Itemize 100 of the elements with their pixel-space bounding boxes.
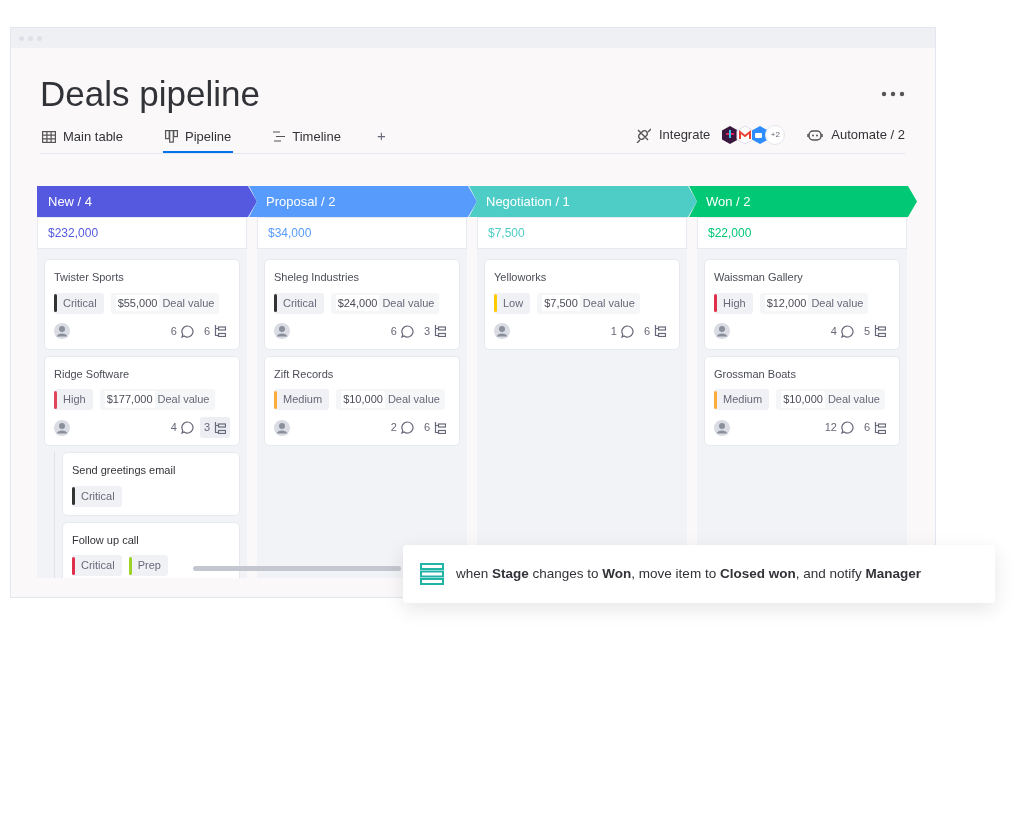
more-apps-badge[interactable]: +2 <box>765 124 786 145</box>
column-header: Won / 2 <box>689 186 917 217</box>
subitems-button[interactable]: 6 <box>639 320 670 342</box>
subitem-card[interactable]: Send greetings email Critical <box>62 452 240 516</box>
avatar-icon <box>714 323 730 339</box>
deal-amount: $10,000 <box>781 391 825 408</box>
deal-value-label: Deal value <box>827 392 880 408</box>
subitems-icon <box>214 421 226 434</box>
avatar-icon <box>54 323 70 339</box>
deal-name: Sheleg Industries <box>274 270 360 285</box>
automate-label[interactable]: Automate / 2 <box>831 124 905 145</box>
avatar-icon <box>494 323 510 339</box>
deal-name: Waissman Gallery <box>714 270 804 285</box>
column-total: $22,000 <box>697 217 907 249</box>
deal-amount: $55,000 <box>115 294 160 312</box>
deal-value-label: Deal value <box>382 295 435 311</box>
kanban-icon <box>165 130 178 143</box>
subitem-card[interactable]: Follow up call Critical Prep <box>62 521 240 578</box>
scrollbar[interactable] <box>193 566 401 571</box>
more-icon[interactable] <box>881 91 905 97</box>
deal-value-label: Deal value <box>162 295 215 311</box>
priority-tag: High <box>714 292 753 314</box>
deal-name: Zift Records <box>274 366 335 382</box>
subitems-button[interactable]: 6 <box>199 320 230 342</box>
subitem-name: Follow up call <box>72 532 140 548</box>
robot-icon <box>807 127 824 142</box>
subitem-name: Send greetings email <box>72 463 177 478</box>
view-tab[interactable]: Main table <box>40 122 125 153</box>
subitems-button[interactable]: 5 <box>859 320 890 342</box>
automation-sentence: when Stage changes to Won, move item to Closed won, and notify Manager <box>456 564 921 583</box>
column-total: $34,000 <box>257 217 467 249</box>
deal-value-label: Deal value <box>811 295 864 311</box>
add-tab-button[interactable]: + <box>376 124 386 147</box>
view-tab[interactable]: Pipeline <box>163 122 234 153</box>
comment-count: 6 <box>390 323 397 339</box>
comment-icon[interactable] <box>400 324 414 338</box>
subitems-button[interactable]: 6 <box>859 417 890 438</box>
mail-icon <box>735 124 756 145</box>
integrate-label[interactable]: Integrate <box>658 124 711 145</box>
comment-icon[interactable] <box>840 421 854 434</box>
comment-icon[interactable] <box>180 324 194 338</box>
deal-amount: $7,500 <box>542 294 580 312</box>
priority-tag: Prep <box>128 555 168 576</box>
column-header: New / 4 <box>37 186 257 217</box>
timeline-icon <box>273 131 286 142</box>
deal-card[interactable]: Sheleg Industries Critical $24,000 Deal value 6 3 <box>264 259 460 350</box>
priority-tag: Critical <box>72 485 122 507</box>
priority-tag: Critical <box>54 292 104 314</box>
subitems-button[interactable]: 6 <box>419 417 450 438</box>
deal-name: Twister Sports <box>54 270 125 285</box>
subitems-icon <box>434 325 446 337</box>
subitems-icon <box>434 421 446 434</box>
column-header: Proposal / 2 <box>249 186 477 217</box>
comment-count: 12 <box>824 420 837 436</box>
priority-tag: Medium <box>714 389 770 410</box>
deal-name: Ridge Software <box>54 366 131 382</box>
avatar-icon <box>714 419 730 436</box>
deal-value-label: Deal value <box>582 295 635 311</box>
priority-tag: Critical <box>274 292 324 314</box>
deal-amount: $10,000 <box>341 391 385 408</box>
comment-count: 2 <box>390 420 397 436</box>
deal-name: Yelloworks <box>494 270 548 285</box>
comment-count: 1 <box>610 323 617 339</box>
deal-card[interactable]: Waissman Gallery High $12,000 Deal value 4 5 <box>704 259 900 350</box>
subitems-icon <box>874 325 886 337</box>
deal-amount: $177,000 <box>104 391 155 408</box>
priority-tag: Medium <box>274 389 330 410</box>
avatar-icon <box>54 419 70 436</box>
comment-count: 4 <box>830 323 837 339</box>
priority-tag: Low <box>494 292 531 314</box>
page-title: Deals pipeline <box>40 73 260 115</box>
subitems-icon <box>214 325 226 337</box>
deal-card[interactable]: Twister Sports Critical $55,000 Deal value 6 6 <box>44 259 240 350</box>
deal-amount: $24,000 <box>335 294 380 312</box>
comment-icon[interactable] <box>400 421 414 434</box>
comment-icon[interactable] <box>180 421 194 434</box>
deal-amount: $12,000 <box>764 294 809 312</box>
stack-icon <box>420 563 444 585</box>
deal-card[interactable]: Zift Records Medium $10,000 Deal value 2 6 <box>264 355 460 446</box>
comment-count: 6 <box>170 323 177 339</box>
deal-value-label: Deal value <box>157 392 210 408</box>
subitems-button[interactable]: 3 <box>419 320 450 342</box>
column-total: $7,500 <box>477 217 687 249</box>
plug-icon <box>634 126 651 143</box>
deal-card[interactable]: Yelloworks Low $7,500 Deal value 1 6 <box>484 259 680 350</box>
avatar-icon <box>274 419 290 436</box>
deal-card[interactable]: Grossman Boats Medium $10,000 Deal value 12 6 <box>704 355 900 446</box>
avatar-icon <box>274 323 290 339</box>
deal-card[interactable]: Ridge Software High $177,000 Deal value 4 3 <box>44 355 240 446</box>
comment-icon[interactable] <box>620 324 634 338</box>
comment-count: 4 <box>170 420 177 436</box>
priority-tag: High <box>54 389 93 410</box>
priority-tag: Critical <box>72 555 122 576</box>
column-total: $232,000 <box>37 217 247 249</box>
subitems-icon <box>654 325 666 337</box>
comment-icon[interactable] <box>840 324 854 338</box>
subitems-button[interactable]: 3 <box>199 417 230 438</box>
view-tab[interactable]: Timeline <box>271 122 343 153</box>
table-icon <box>42 130 56 143</box>
column-header: Negotiation / 1 <box>469 186 697 217</box>
